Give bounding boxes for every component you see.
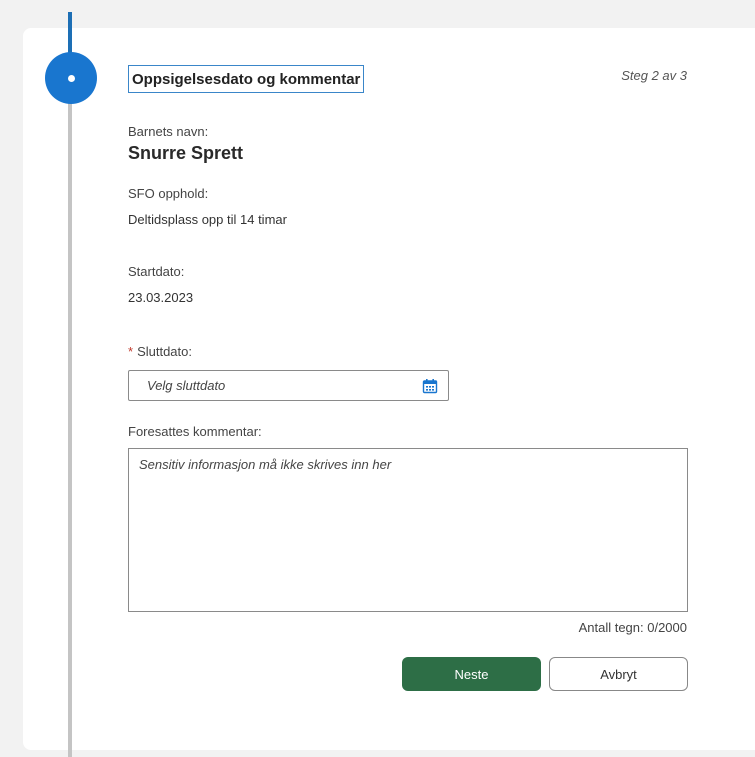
end-date-label: * Sluttdato: xyxy=(128,344,192,359)
comment-textarea[interactable] xyxy=(128,448,688,612)
timeline-line-remaining xyxy=(68,100,72,757)
required-marker: * xyxy=(128,344,134,359)
start-date-value: 23.03.2023 xyxy=(128,290,194,305)
start-date-label: Startdato: xyxy=(128,264,185,279)
cancel-button[interactable]: Avbryt xyxy=(549,657,688,691)
step-counter: Steg 2 av 3 xyxy=(621,68,687,83)
sfo-label: SFO opphold: xyxy=(128,186,209,201)
calendar-icon[interactable] xyxy=(420,376,440,396)
next-button[interactable]: Neste xyxy=(402,657,541,691)
comment-label: Foresattes kommentar: xyxy=(128,424,262,439)
character-counter: Antall tegn: 0/2000 xyxy=(578,620,687,635)
step-dot-icon xyxy=(67,74,75,82)
end-date-input[interactable] xyxy=(145,377,420,394)
child-name: Snurre Sprett xyxy=(128,143,244,163)
page: Oppsigelsesdato og kommentar Steg 2 av 3… xyxy=(0,0,755,757)
step-indicator xyxy=(45,52,97,104)
end-date-label-text: Sluttdato: xyxy=(137,344,192,359)
child-name-label: Barnets navn: xyxy=(128,124,209,139)
section-title: Oppsigelsesdato og kommentar xyxy=(128,65,365,93)
sfo-value: Deltidsplass opp til 14 timar xyxy=(128,212,287,227)
end-date-field[interactable] xyxy=(128,370,449,401)
